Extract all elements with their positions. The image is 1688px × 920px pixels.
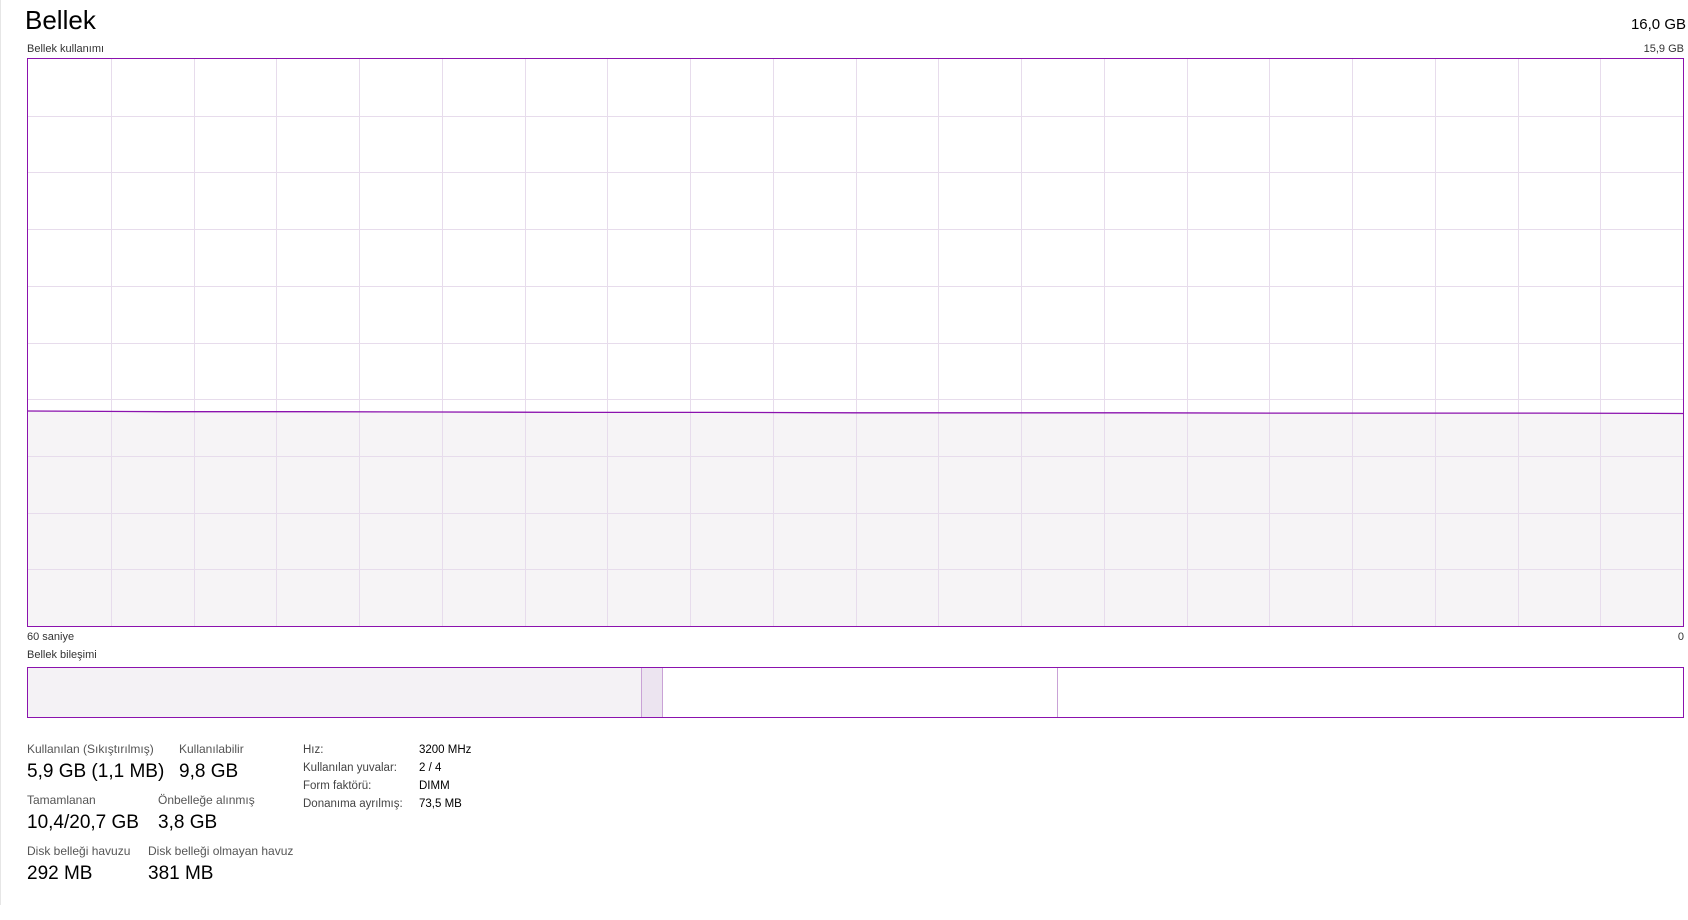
usage-chart-max-label: 15,9 GB [1643, 43, 1684, 55]
form-factor-key: Form faktörü: [303, 780, 372, 792]
available-value: 9,8 GB [179, 761, 239, 782]
form-factor-value: DIMM [419, 780, 450, 792]
committed-value: 10,4/20,7 GB [27, 812, 139, 833]
nonpaged-pool-value: 381 MB [148, 863, 214, 884]
page-title: Bellek [25, 5, 96, 35]
total-capacity: 16,0 GB [1630, 16, 1686, 33]
nonpaged-pool-label: Disk belleği olmayan havuz [148, 844, 294, 858]
memory-usage-chart-svg [28, 59, 1683, 626]
time-axis-right-label: 0 [1677, 631, 1684, 643]
paged-pool-value: 292 MB [27, 863, 93, 884]
memory-composition-bar [27, 667, 1684, 718]
reserved-key: Donanıma ayrılmış: [303, 798, 403, 810]
memory-usage-chart [27, 58, 1684, 627]
composition-modified-segment[interactable] [642, 668, 663, 717]
slots-key: Kullanılan yuvalar: [303, 762, 397, 774]
composition-standby-segment[interactable] [662, 668, 1059, 717]
paged-pool-label: Disk belleği havuzu [27, 844, 131, 858]
slots-value: 2 / 4 [419, 762, 442, 774]
reserved-value: 73,5 MB [419, 798, 462, 810]
available-label: Kullanılabilir [179, 742, 244, 756]
left-edge-divider [0, 0, 1, 905]
committed-label: Tamamlanan [27, 793, 96, 807]
cached-label: Önbelleğe alınmış [158, 793, 255, 807]
cached-value: 3,8 GB [158, 812, 218, 833]
composition-label: Bellek bileşimi [27, 649, 97, 661]
in-use-value: 5,9 GB (1,1 MB) [27, 761, 165, 782]
in-use-label: Kullanılan (Sıkıştırılmış) [27, 742, 154, 756]
time-axis-left-label: 60 saniye [27, 631, 75, 643]
composition-free-segment[interactable] [1058, 668, 1683, 717]
speed-value: 3200 MHz [419, 744, 472, 756]
usage-chart-label: Bellek kullanımı [27, 43, 105, 55]
composition-in-use-segment[interactable] [28, 668, 643, 717]
speed-key: Hız: [303, 744, 324, 756]
